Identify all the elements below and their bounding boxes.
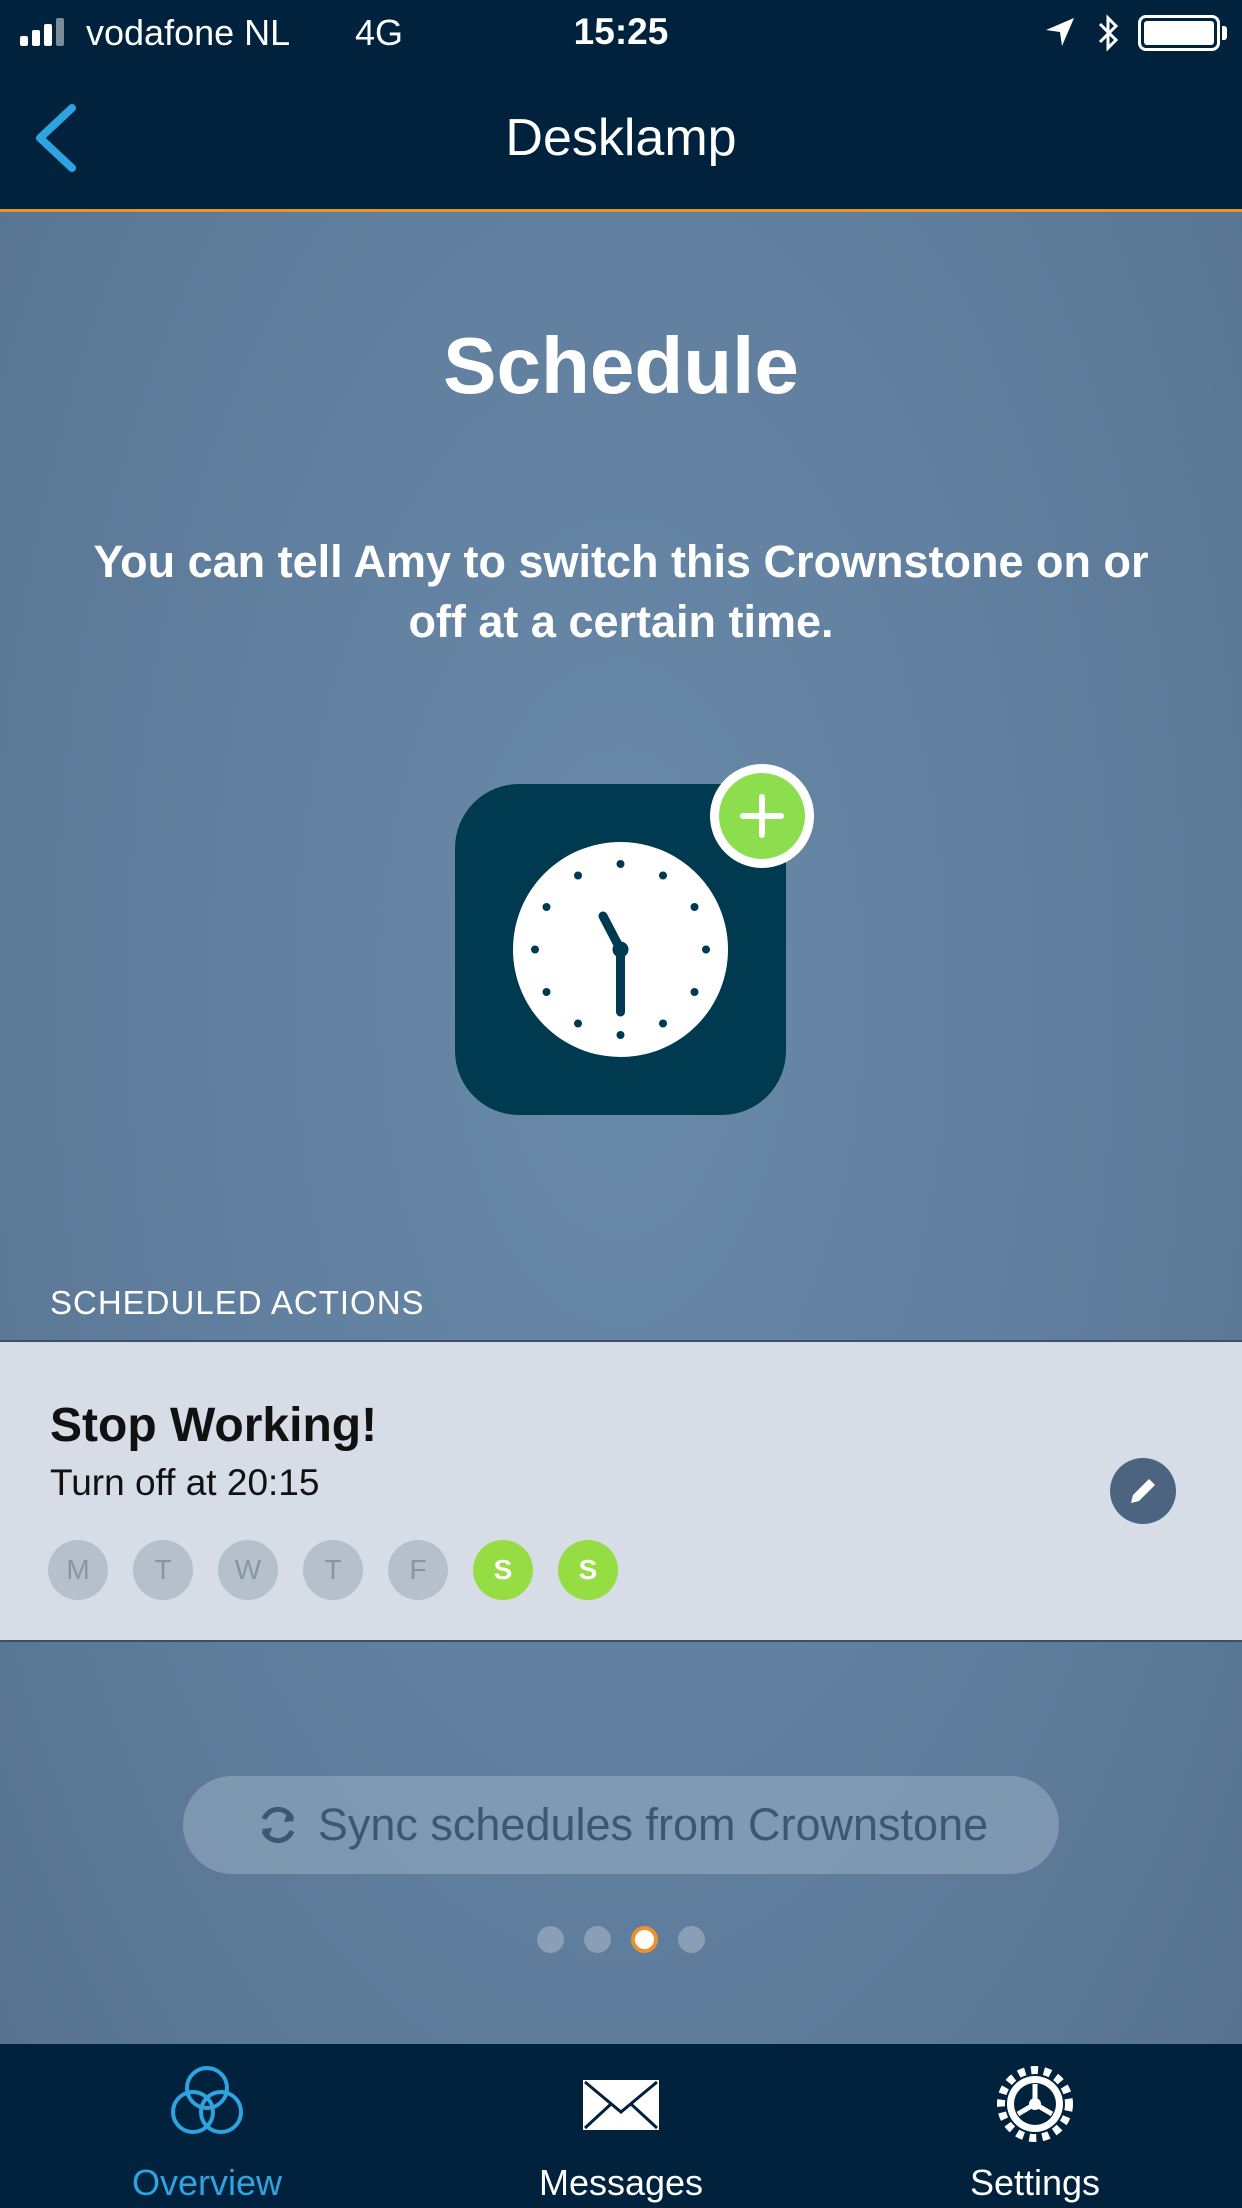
page-description: You can tell Amy to switch this Crownsto… xyxy=(93,536,1149,647)
battery-icon xyxy=(1138,15,1220,51)
schedule-subtitle: Turn off at 20:15 xyxy=(50,1462,320,1503)
schedule-days: M T W T F S S xyxy=(48,1540,618,1600)
tab-bar: Overview Messages Settings xyxy=(0,2044,1242,2208)
plus-icon xyxy=(740,794,784,838)
status-bar: vodafone NL 4G 15:25 xyxy=(0,0,1242,64)
tab-settings-label: Settings xyxy=(969,2162,1101,2203)
page-indicator xyxy=(0,1926,1242,1953)
sync-icon xyxy=(261,1806,295,1844)
day-wednesday: W xyxy=(218,1540,278,1600)
page-dot[interactable] xyxy=(537,1926,564,1953)
tab-messages-label: Messages xyxy=(538,2162,704,2203)
page-dot[interactable] xyxy=(584,1926,611,1953)
schedule-title: Stop Working! xyxy=(50,1399,378,1452)
day-sunday: S xyxy=(558,1540,618,1600)
nav-title: Desklamp xyxy=(505,109,737,167)
battery-tip xyxy=(1222,26,1227,40)
edit-schedule-button[interactable] xyxy=(1110,1458,1176,1524)
day-thursday: T xyxy=(303,1540,363,1600)
gear-icon xyxy=(997,2066,1073,2142)
pencil-icon xyxy=(1131,1479,1155,1503)
page-dot[interactable] xyxy=(678,1926,705,1953)
nav-bar: Desklamp xyxy=(0,64,1242,212)
overview-icon xyxy=(171,2066,243,2134)
schedule-item[interactable]: Stop Working! Turn off at 20:15 M T W T … xyxy=(0,1340,1242,1642)
clock-icon xyxy=(513,842,728,1057)
sync-label: Sync schedules from Crownstone xyxy=(317,1799,989,1850)
envelope-icon xyxy=(583,2080,659,2130)
add-schedule-button[interactable] xyxy=(710,764,814,868)
tab-messages[interactable]: Messages xyxy=(414,2044,828,2208)
tab-settings[interactable]: Settings xyxy=(828,2044,1242,2208)
day-tuesday: T xyxy=(133,1540,193,1600)
day-friday: F xyxy=(388,1540,448,1600)
tab-overview-label: Overview xyxy=(131,2162,283,2203)
page-dot-active[interactable] xyxy=(631,1926,658,1953)
page-title: Schedule xyxy=(443,321,799,410)
sync-schedules-button[interactable]: Sync schedules from Crownstone xyxy=(183,1776,1059,1874)
day-saturday: S xyxy=(473,1540,533,1600)
section-header: SCHEDULED ACTIONS xyxy=(50,1284,425,1321)
tab-overview[interactable]: Overview xyxy=(0,2044,414,2208)
bluetooth-icon xyxy=(1098,14,1119,52)
location-arrow-icon xyxy=(1046,18,1074,46)
day-monday: M xyxy=(48,1540,108,1600)
